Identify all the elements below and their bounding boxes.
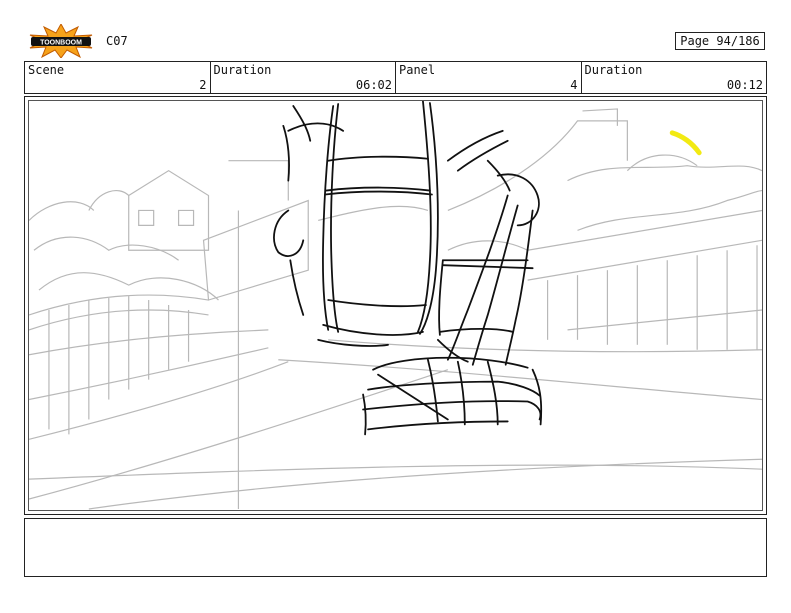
page-label: Page	[680, 34, 710, 48]
scene-cell: Scene 2	[25, 62, 211, 93]
panel-duration-cell: Duration 00:12	[582, 62, 767, 93]
scene-label: Scene	[28, 63, 65, 77]
panel-value: 4	[570, 78, 578, 92]
storyboard-panel	[24, 96, 767, 515]
scene-code: C07	[106, 34, 128, 48]
highlight-mark	[669, 130, 702, 156]
logo-text: TOONBOOM	[40, 40, 82, 47]
toonboom-logo: TOONBOOM	[26, 22, 96, 59]
page-indicator: Page 94/186	[675, 32, 765, 50]
page-value: 94/186	[716, 34, 760, 48]
scene-duration-value: 06:02	[355, 78, 392, 92]
panel-duration-label: Duration	[584, 63, 643, 77]
robot-legs-sketch	[273, 101, 543, 436]
scene-value: 2	[199, 78, 207, 92]
info-bar: Scene 2 Duration 06:02 Panel 4 Duration …	[24, 61, 767, 94]
scene-duration-cell: Duration 06:02	[211, 62, 396, 93]
panel-duration-value: 00:12	[726, 78, 763, 92]
panel-cell: Panel 4	[396, 62, 582, 93]
notes-box	[24, 518, 767, 577]
sketch-drawing	[29, 101, 762, 510]
panel-frame	[28, 100, 763, 511]
panel-label: Panel	[399, 63, 436, 77]
scene-duration-label: Duration	[213, 63, 272, 77]
background-sketch	[29, 108, 762, 510]
